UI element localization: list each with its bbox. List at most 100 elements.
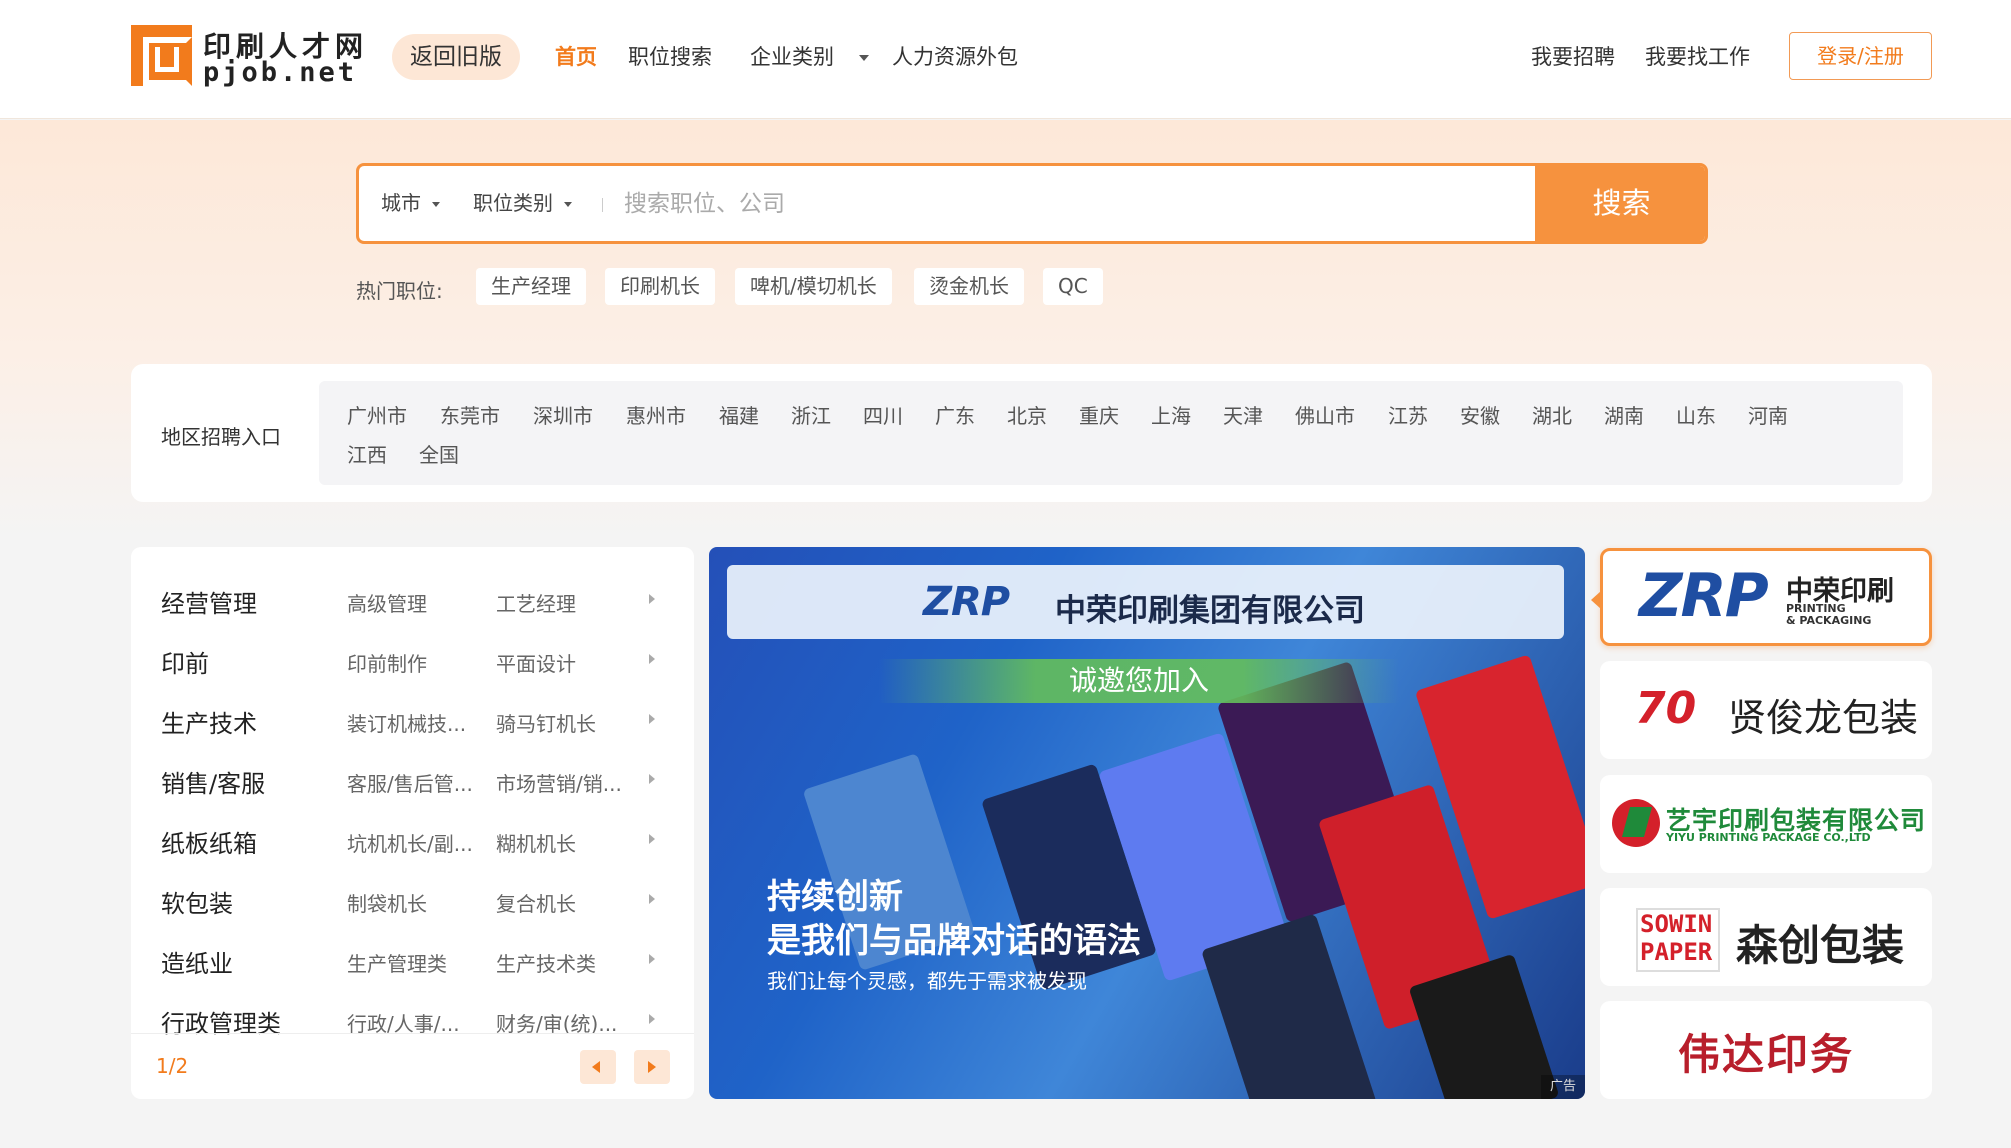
- next-page-button[interactable]: [634, 1050, 670, 1084]
- chevron-right-icon: [649, 1014, 655, 1024]
- category-row[interactable]: 生产技术 装订机械技... 骑马钉机长: [131, 684, 694, 744]
- region-city[interactable]: 惠州市: [626, 400, 686, 429]
- region-city[interactable]: 湖南: [1604, 400, 1644, 429]
- chevron-right-icon: [649, 774, 655, 784]
- brand-name: 森创包装: [1736, 921, 1905, 970]
- category-sub[interactable]: 装订机械技...: [347, 708, 482, 737]
- nav-home[interactable]: 首页: [555, 41, 597, 71]
- chevron-right-icon: [649, 834, 655, 844]
- hot-tag[interactable]: 啤机/模切机长: [735, 268, 892, 305]
- region-city[interactable]: 安徽: [1460, 400, 1500, 429]
- category-row[interactable]: 销售/客服 客服/售后管... 市场营销/销...: [131, 744, 694, 804]
- logo-mark-icon: [131, 25, 192, 86]
- category-sub[interactable]: 印前制作: [347, 648, 482, 677]
- site-logo[interactable]: 印刷人才网 pjob.net: [131, 25, 371, 89]
- category-main[interactable]: 造纸业: [161, 944, 233, 979]
- category-main[interactable]: 生产技术: [161, 704, 257, 739]
- chevron-down-icon: [564, 202, 573, 207]
- city-select-label: 城市: [381, 191, 421, 215]
- brand-card-xianjunlong[interactable]: 70 贤俊龙包装: [1600, 661, 1932, 759]
- region-city[interactable]: 佛山市: [1295, 400, 1355, 429]
- recruit-link[interactable]: 我要招聘: [1531, 41, 1615, 71]
- region-city[interactable]: 东莞市: [440, 400, 500, 429]
- category-row[interactable]: 造纸业 生产管理类 生产技术类: [131, 924, 694, 984]
- banner-slogan-1: 持续创新: [767, 877, 903, 917]
- hot-tag[interactable]: QC: [1043, 268, 1103, 305]
- region-city[interactable]: 山东: [1676, 400, 1716, 429]
- hot-tag[interactable]: 印刷机长: [605, 268, 715, 305]
- hot-tag[interactable]: 烫金机长: [914, 268, 1024, 305]
- xjl-logo: 70: [1635, 683, 1697, 734]
- category-main[interactable]: 软包装: [161, 884, 233, 919]
- category-row[interactable]: 印前 印前制作 平面设计: [131, 624, 694, 684]
- region-city[interactable]: 北京: [1007, 400, 1047, 429]
- chevron-right-icon: [649, 654, 655, 664]
- region-city[interactable]: 浙江: [791, 400, 831, 429]
- brand-card-senchuang[interactable]: SOWIN PAPER 森创包装: [1600, 888, 1932, 986]
- category-select[interactable]: 职位类别: [473, 166, 573, 241]
- category-main[interactable]: 经营管理: [161, 584, 257, 619]
- nav-company-category[interactable]: 企业类别: [750, 41, 869, 71]
- region-city[interactable]: 重庆: [1079, 400, 1119, 429]
- prev-page-button[interactable]: [580, 1050, 616, 1084]
- region-city[interactable]: 四川: [863, 400, 903, 429]
- select-divider: [602, 198, 603, 212]
- region-city[interactable]: 江苏: [1388, 400, 1428, 429]
- category-sub[interactable]: 复合机长: [496, 888, 631, 917]
- brand-card-yiyu[interactable]: 艺宇印刷包装有限公司 YIYU PRINTING PACKAGE CO.,LTD: [1600, 775, 1932, 873]
- nav-job-search[interactable]: 职位搜索: [628, 41, 712, 71]
- category-main[interactable]: 纸板纸箱: [161, 824, 257, 859]
- category-row[interactable]: 软包装 制袋机长 复合机长: [131, 864, 694, 924]
- category-main[interactable]: 印前: [161, 644, 209, 679]
- category-sub[interactable]: 平面设计: [496, 648, 631, 677]
- chevron-right-icon: [649, 714, 655, 724]
- chevron-right-icon: [649, 594, 655, 604]
- category-sub[interactable]: 糊机机长: [496, 828, 631, 857]
- category-sub[interactable]: 高级管理: [347, 588, 482, 617]
- region-city[interactable]: 江西: [347, 439, 387, 468]
- brand-card-weida[interactable]: 伟达印务: [1600, 1001, 1932, 1099]
- chevron-right-icon: [649, 894, 655, 904]
- logo-en: pjob.net: [203, 57, 358, 88]
- nav-hr-outsourcing[interactable]: 人力资源外包: [892, 41, 1018, 71]
- find-job-link[interactable]: 我要找工作: [1645, 41, 1750, 71]
- chevron-down-icon: [432, 202, 441, 207]
- brand-en: PRINTING & PACKAGING: [1786, 602, 1872, 627]
- sowin-paper-logo: SOWIN PAPER: [1636, 908, 1720, 972]
- category-sub[interactable]: 生产管理类: [347, 948, 482, 977]
- category-sub[interactable]: 工艺经理: [496, 588, 631, 617]
- region-city[interactable]: 全国: [419, 439, 459, 468]
- hot-jobs-label: 热门职位:: [356, 279, 443, 303]
- category-sub[interactable]: 坑机机长/副...: [347, 828, 482, 857]
- hot-tag[interactable]: 生产经理: [476, 268, 586, 305]
- search-input[interactable]: [624, 180, 1524, 228]
- chevron-down-icon: [858, 55, 869, 61]
- region-city[interactable]: 河南: [1748, 400, 1788, 429]
- category-sub[interactable]: 生产技术类: [496, 948, 631, 977]
- category-main[interactable]: 销售/客服: [161, 764, 265, 799]
- search-button[interactable]: 搜索: [1535, 166, 1705, 241]
- region-city[interactable]: 天津: [1223, 400, 1263, 429]
- region-city[interactable]: 广州市: [347, 400, 407, 429]
- back-old-version-button[interactable]: 返回旧版: [392, 34, 520, 80]
- region-city[interactable]: 湖北: [1532, 400, 1572, 429]
- category-sub[interactable]: 制袋机长: [347, 888, 482, 917]
- region-city-list: [319, 381, 1903, 485]
- category-row[interactable]: 经营管理 高级管理 工艺经理: [131, 564, 694, 624]
- ad-banner[interactable]: ZRP 中荣印刷集团有限公司 诚邀您加入 持续创新 是我们与品牌对话的语法 我们…: [709, 547, 1585, 1099]
- category-row[interactable]: 纸板纸箱 坑机机长/副... 糊机机长: [131, 804, 694, 864]
- region-city[interactable]: 广东: [935, 400, 975, 429]
- region-city[interactable]: 福建: [719, 400, 759, 429]
- banner-slogan-2: 是我们与品牌对话的语法: [767, 921, 1141, 961]
- category-sub[interactable]: 骑马钉机长: [496, 708, 631, 737]
- page-indicator: 1/2: [156, 1054, 189, 1078]
- yiyu-logo-icon: [1612, 799, 1660, 847]
- category-sub[interactable]: 客服/售后管...: [347, 768, 482, 797]
- region-city[interactable]: 深圳市: [533, 400, 593, 429]
- region-city[interactable]: 上海: [1151, 400, 1191, 429]
- brand-card-zrp[interactable]: ZRP 中荣印刷 PRINTING & PACKAGING: [1600, 548, 1932, 646]
- chevron-right-icon: [648, 1061, 656, 1073]
- category-sub[interactable]: 市场营销/销...: [496, 768, 631, 797]
- city-select[interactable]: 城市: [381, 166, 441, 241]
- login-register-button[interactable]: 登录/注册: [1789, 32, 1932, 80]
